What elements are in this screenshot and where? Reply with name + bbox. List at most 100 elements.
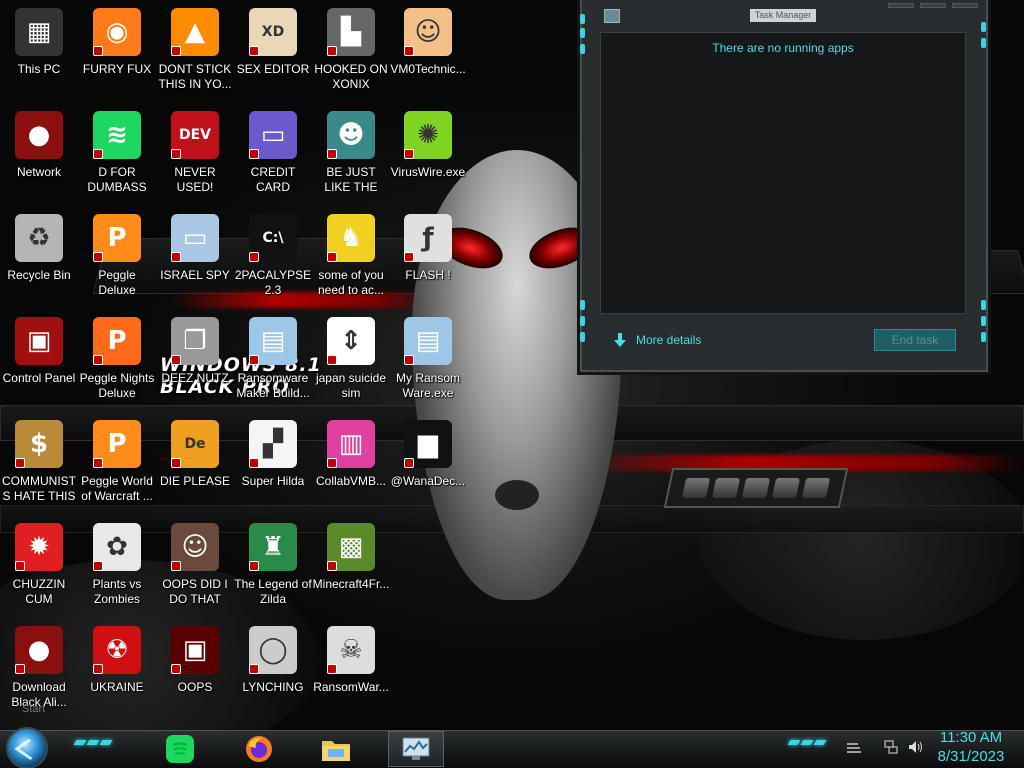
desktop-icon[interactable]: ▞ Super Hilda [234,416,312,516]
desktop-icon[interactable]: ✹ CHUZZIN CUM [0,519,78,619]
credit-card-icon: ▭ [249,111,297,159]
desktop-icon-label: CHUZZIN CUM [12,577,66,606]
shortcut-arrow-icon [327,561,337,571]
desktop-icon[interactable]: ƒ FLASH ! [389,210,467,310]
desktop-icon[interactable]: ▆ @WanaDec... [389,416,467,516]
volume-icon[interactable] [908,740,922,754]
window-controls [888,3,978,8]
desktop-icon[interactable]: ▤ My Ransom Ware.exe [389,313,467,413]
desktop-icon[interactable]: C:\ 2PACALYPSE 2.3 [234,210,312,310]
desktop-icon[interactable]: ▦ This PC [0,4,78,104]
radiation-icon: ☢ [93,626,141,674]
frame-accent [580,332,585,342]
desktop-icon[interactable]: XD SEX EDITOR [234,4,312,104]
shortcut-arrow-icon [171,46,181,56]
shortcut-arrow-icon [404,458,414,468]
taskbar-app-spotify[interactable] [152,731,208,767]
frame-accent [580,316,585,326]
desktop-icon[interactable]: ◉ FURRY FUX [78,4,156,104]
desktop-icon[interactable]: ☢ UKRAINE [78,622,156,722]
desktop-icon[interactable]: ♻ Recycle Bin [0,210,78,310]
desktop-icon-label: FLASH ! [405,268,451,282]
desktop-icon-label: UKRAINE [90,680,144,694]
frame-accent [580,14,585,24]
noose-icon: ◯ [249,626,297,674]
desktop-icon[interactable]: ☺ VM0Technic... [389,4,467,104]
desktop-icon[interactable]: ▥ CollabVMB... [312,416,390,516]
wallpaper-alien-mouth [495,480,539,510]
end-task-button[interactable]: End task [874,329,956,351]
desktop-icon[interactable]: ✿ Plants vs Zombies [78,519,156,619]
peggle-icon: P [93,214,141,262]
control-panel-icon: ▣ [15,317,63,365]
task-manager-app-list[interactable]: There are no running apps [600,32,966,314]
desktop-icon[interactable]: De DIE PLEASE [156,416,234,516]
desktop-icon[interactable]: ☺ OOPS DID I DO THAT [156,519,234,619]
peggle-nights-icon: P [93,317,141,365]
desktop-icon-label: DONT STICK THIS IN YO... [158,62,232,91]
beaver-icon: ♞ [327,214,375,262]
desktop-icon[interactable]: P Peggle Deluxe [78,210,156,310]
desktop-icon-label: The Legend of Zilda [234,577,312,606]
start-button[interactable] [6,727,48,768]
desktop-icon[interactable]: ♞ some of you need to ac... [312,210,390,310]
shortcut-arrow-icon [249,458,259,468]
desktop-icon[interactable]: ☠ RansomWar... [312,622,390,722]
desktop-icon[interactable]: ▲ DONT STICK THIS IN YO... [156,4,234,104]
folder-icon [322,741,350,761]
desktop-icon[interactable]: ♜ The Legend of Zilda [234,519,312,619]
desktop-icon-label: BE JUST LIKE THE DUDE! [324,165,378,194]
taskbar-clock[interactable]: 11:30 AM 8/31/2023 [928,728,1014,766]
desktop-icon[interactable]: ▙ HOOKED ON XONIX [312,4,390,104]
desktop-icon-label: DEEZ NUTZ [161,371,229,385]
shortcut-arrow-icon [93,46,103,56]
desktop-icon[interactable]: ❐ DEEZ NUTZ [156,313,234,413]
desktop-icon[interactable]: ● Network [0,107,78,207]
shortcut-arrow-icon [93,561,103,571]
desktop-icon[interactable]: ▭ ISRAEL SPY [156,210,234,310]
network-icon[interactable] [884,740,898,754]
taskbar-app-file-explorer[interactable] [308,731,364,767]
minimize-button[interactable] [888,3,914,8]
desktop-icon[interactable]: ⇕ japan suicide sim [312,313,390,413]
taskbar-app-firefox[interactable] [231,731,287,767]
desktop-icon-label: Ransomware Maker Build... [236,371,310,400]
vlc-cone-icon: ▲ [171,8,219,56]
desktop-icon[interactable]: ▣ OOPS [156,622,234,722]
show-hidden-icons-icon[interactable] [846,740,861,754]
desktop-icon[interactable]: ▤ Ransomware Maker Build... [234,313,312,413]
more-details-link[interactable]: More details [612,332,701,348]
desktop-icon[interactable]: ▭ CREDIT CARD CHECKER [234,107,312,207]
grass-block-icon: ▩ [327,523,375,571]
desktop-icon[interactable]: P Peggle Nights Deluxe [78,313,156,413]
desktop-icon-label: RansomWar... [313,680,389,694]
spotify-icon [166,735,194,763]
desktop-icon-label: Super Hilda [241,474,305,488]
desktop-icon[interactable]: $ COMMUNISTS HATE THIS G... [0,416,78,516]
flash-player-icon: ƒ [404,214,452,262]
shortcut-arrow-icon [404,46,414,56]
desktop-icon[interactable]: ✺ VirusWire.exe [389,107,467,207]
desktop-icon[interactable]: ▩ Minecraft4Fr... [312,519,390,619]
desktop-icon[interactable]: ☻ BE JUST LIKE THE DUDE! [312,107,390,207]
desktop-icon[interactable]: ≋ D FOR DUMBASS [78,107,156,207]
close-button[interactable] [952,3,978,8]
desktop-icon[interactable]: ▣ Control Panel [0,313,78,413]
recycle-bin-icon: ♻ [15,214,63,262]
desktop-icon-label: This PC [17,62,61,76]
shortcut-arrow-icon [93,252,103,262]
desktop-icon-label: LYNCHING [242,680,304,694]
shortcut-arrow-icon [404,149,414,159]
firefox-icon [246,736,272,762]
task-manager-icon [402,737,430,760]
taskbar-app-task-manager[interactable] [388,731,444,767]
task-manager-title: Task Manager [750,9,816,22]
desktop-icon[interactable]: P Peggle World of Warcraft ... [78,416,156,516]
desktop-icon[interactable]: DEV NEVER USED! [156,107,234,207]
desktop-icon[interactable]: ◯ LYNCHING [234,622,312,722]
task-manager-titlebar[interactable]: Task Manager [582,0,986,30]
pink-window-icon: ▥ [327,420,375,468]
document-game-icon: ⇕ [327,317,375,365]
money-bag-icon: $ [15,420,63,468]
maximize-button[interactable] [920,3,946,8]
